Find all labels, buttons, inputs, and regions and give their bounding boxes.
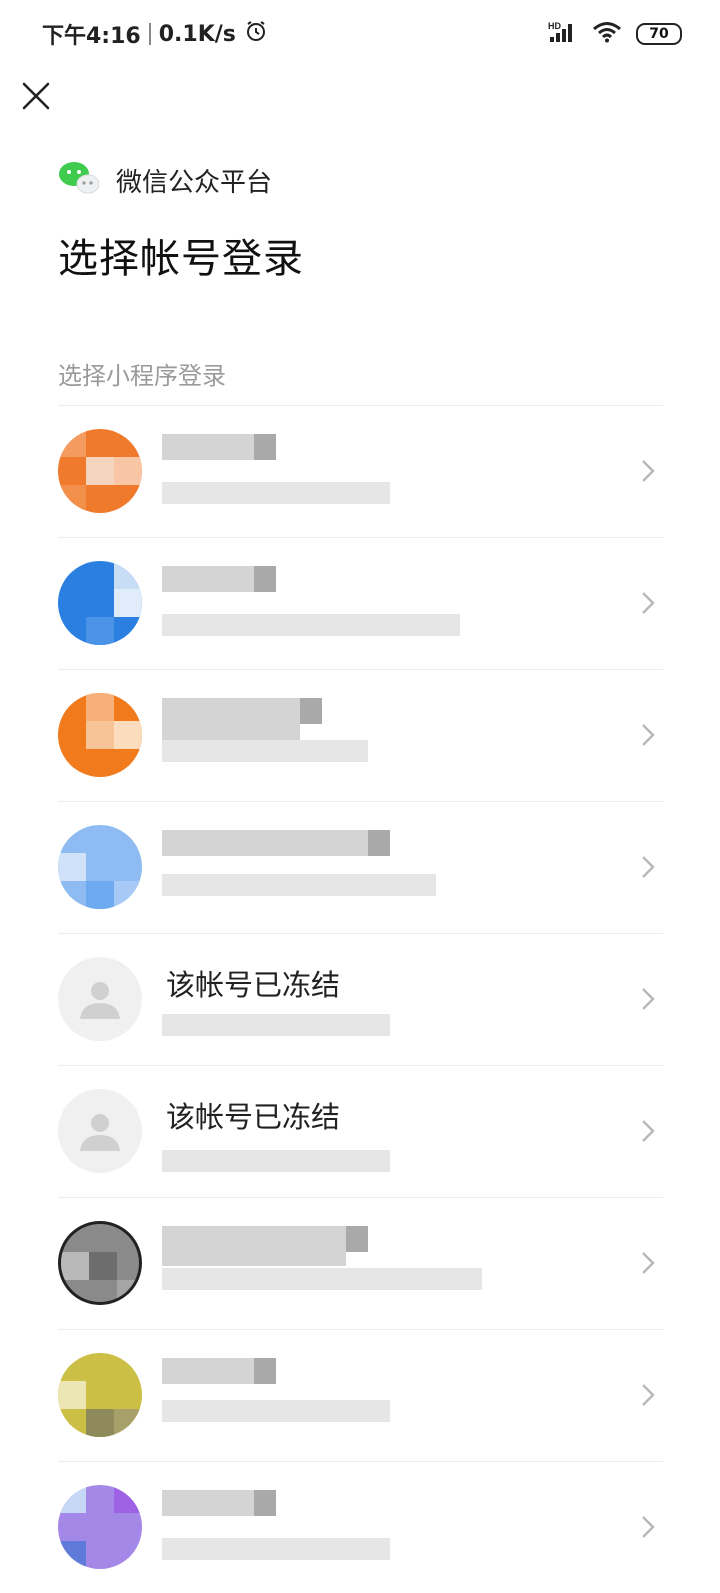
- account-avatar: [58, 1221, 142, 1305]
- default-user-icon: [80, 982, 120, 1019]
- account-id-redacted: [162, 614, 460, 636]
- wifi-icon: [592, 21, 622, 47]
- account-row[interactable]: [58, 801, 663, 933]
- close-icon: [22, 82, 50, 110]
- status-bar: 下午4:16 0.1K/s HD 70: [0, 0, 720, 68]
- account-name-redacted: [162, 566, 276, 592]
- section-label: 选择小程序登录: [58, 362, 226, 390]
- chevron-right-icon: [642, 1120, 655, 1142]
- chevron-right-icon: [642, 1384, 655, 1406]
- wechat-logo-icon: [58, 160, 100, 200]
- account-id-redacted: [162, 482, 390, 504]
- chevron-right-icon: [642, 988, 655, 1010]
- status-left: 下午4:16 0.1K/s: [42, 18, 268, 50]
- account-row[interactable]: [58, 1197, 663, 1329]
- default-user-icon: [80, 1114, 120, 1151]
- account-id-redacted: [162, 1014, 390, 1036]
- account-name-redacted: [162, 1358, 276, 1384]
- network-speed: 0.1K/s: [158, 21, 236, 47]
- account-avatar: [58, 957, 142, 1041]
- account-name-redacted: [162, 1226, 368, 1266]
- status-time: 下午4:16: [42, 24, 141, 49]
- account-avatar: [58, 825, 142, 909]
- account-row[interactable]: [58, 1329, 663, 1461]
- account-list: 该帐号已冻结 该帐号已冻结: [58, 405, 663, 1593]
- account-row[interactable]: [58, 1461, 663, 1593]
- account-avatar: [58, 429, 142, 513]
- close-button[interactable]: [18, 78, 54, 114]
- account-name: 该帐号已冻结: [166, 968, 341, 1002]
- account-row[interactable]: 该帐号已冻结: [58, 933, 663, 1065]
- alarm-icon: [244, 19, 268, 49]
- account-id-redacted: [162, 1400, 390, 1422]
- brand-name: 微信公众平台: [116, 167, 273, 198]
- account-name: 该帐号已冻结: [166, 1100, 341, 1134]
- page-title: 选择帐号登录: [58, 236, 304, 282]
- account-id-redacted: [162, 1150, 390, 1172]
- account-avatar: [58, 1353, 142, 1437]
- account-name-redacted: [162, 1490, 276, 1516]
- account-id-redacted: [162, 1538, 390, 1560]
- account-name-redacted: [162, 434, 276, 460]
- svg-text:HD: HD: [548, 21, 561, 31]
- account-row[interactable]: [58, 537, 663, 669]
- chevron-right-icon: [642, 460, 655, 482]
- brand-header: 微信公众平台: [58, 160, 272, 200]
- chevron-right-icon: [642, 592, 655, 614]
- chevron-right-icon: [642, 856, 655, 878]
- signal-icon: HD: [548, 20, 578, 48]
- chevron-right-icon: [642, 724, 655, 746]
- account-row[interactable]: [58, 669, 663, 801]
- account-avatar: [58, 1089, 142, 1173]
- status-separator: [148, 23, 151, 45]
- account-avatar: [58, 561, 142, 645]
- status-right: HD 70: [548, 20, 682, 48]
- account-row[interactable]: [58, 405, 663, 537]
- chevron-right-icon: [642, 1252, 655, 1274]
- chevron-right-icon: [642, 1516, 655, 1538]
- account-id-redacted: [162, 740, 368, 762]
- account-id-redacted: [162, 874, 436, 896]
- account-name-redacted: [162, 830, 390, 856]
- account-avatar: [58, 1485, 142, 1569]
- account-row[interactable]: 该帐号已冻结: [58, 1065, 663, 1197]
- battery-indicator: 70: [636, 23, 682, 45]
- account-name-redacted: [162, 698, 322, 742]
- account-id-redacted: [162, 1268, 482, 1290]
- account-avatar: [58, 693, 142, 777]
